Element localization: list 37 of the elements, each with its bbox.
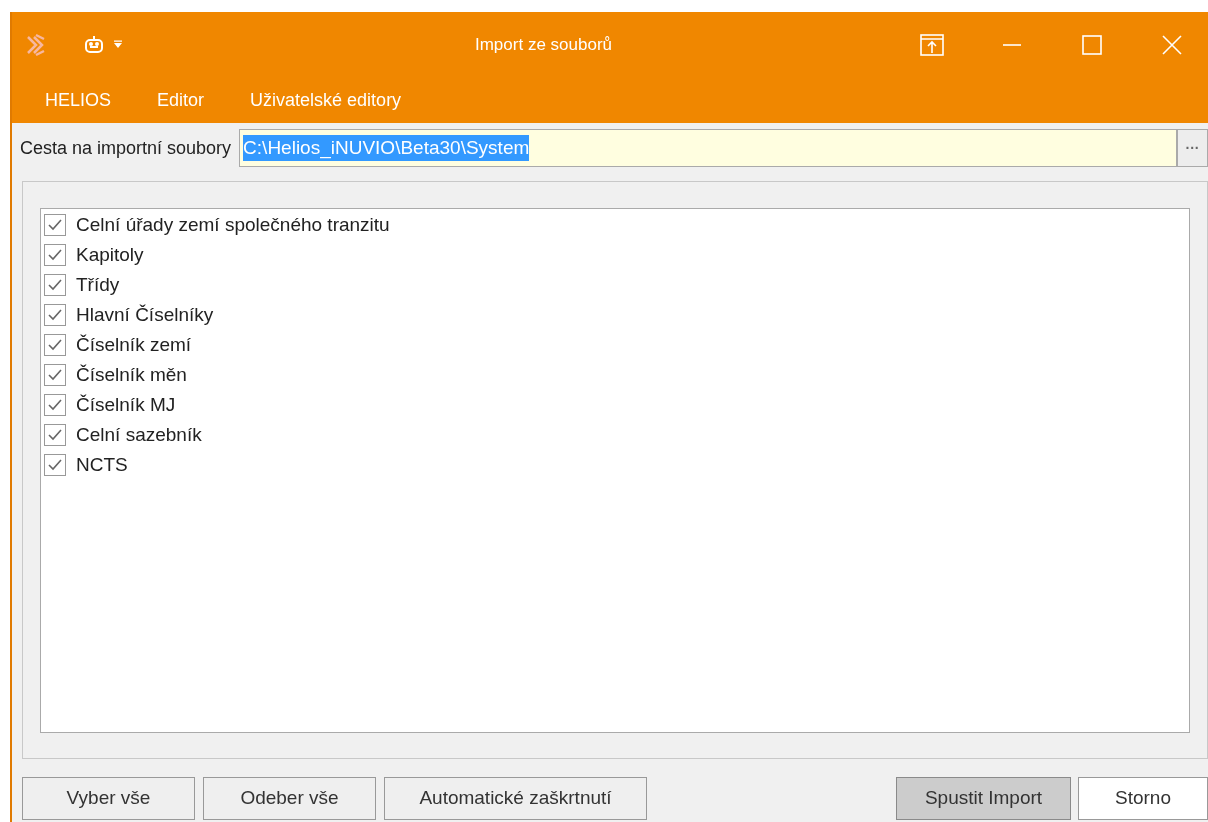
checkbox[interactable] (44, 334, 66, 356)
checkmark-icon (47, 427, 63, 443)
item-label: Celní sazebník (76, 422, 202, 447)
checkmark-icon (47, 367, 63, 383)
checkbox[interactable] (44, 394, 66, 416)
robot-icon[interactable] (83, 34, 105, 56)
checkbox[interactable] (44, 424, 66, 446)
action-button[interactable]: Automatické zaškrtnutí (384, 777, 647, 820)
checkmark-icon (47, 307, 63, 323)
checkmark-icon (47, 337, 63, 353)
item-label: Číselník měn (76, 362, 187, 387)
window-title: Import ze souborů (475, 34, 612, 57)
checkbox[interactable] (44, 304, 66, 326)
action-button[interactable]: Spustit Import (896, 777, 1071, 820)
action-button[interactable]: Storno (1078, 777, 1208, 820)
checkbox[interactable] (44, 364, 66, 386)
item-label: Číselník zemí (76, 332, 192, 357)
item-label: Hlavní Číselníky (76, 302, 214, 327)
item-label: Třídy (76, 272, 120, 297)
item-label: Kapitoly (76, 242, 144, 267)
checkbox[interactable] (44, 454, 66, 476)
dropdown-caret-icon[interactable] (113, 40, 123, 50)
checkmark-icon (47, 277, 63, 293)
checkbox[interactable] (44, 244, 66, 266)
action-button[interactable]: Vyber vše (22, 777, 195, 820)
checkmark-icon (47, 397, 63, 413)
item-label: Celní úřady zemí společného tranzitu (76, 212, 390, 237)
checkmark-icon (47, 457, 63, 473)
item-label: Číselník MJ (76, 392, 176, 417)
field-label: Cesta na importní soubory (20, 136, 232, 160)
action-button[interactable]: Odeber vše (203, 777, 376, 820)
checkmark-icon (47, 217, 63, 233)
checkmark-icon (47, 247, 63, 263)
checkbox[interactable] (44, 214, 66, 236)
item-label: NCTS (76, 452, 128, 477)
browse-button[interactable]: ··· (1177, 129, 1208, 167)
checkbox[interactable] (44, 274, 66, 296)
